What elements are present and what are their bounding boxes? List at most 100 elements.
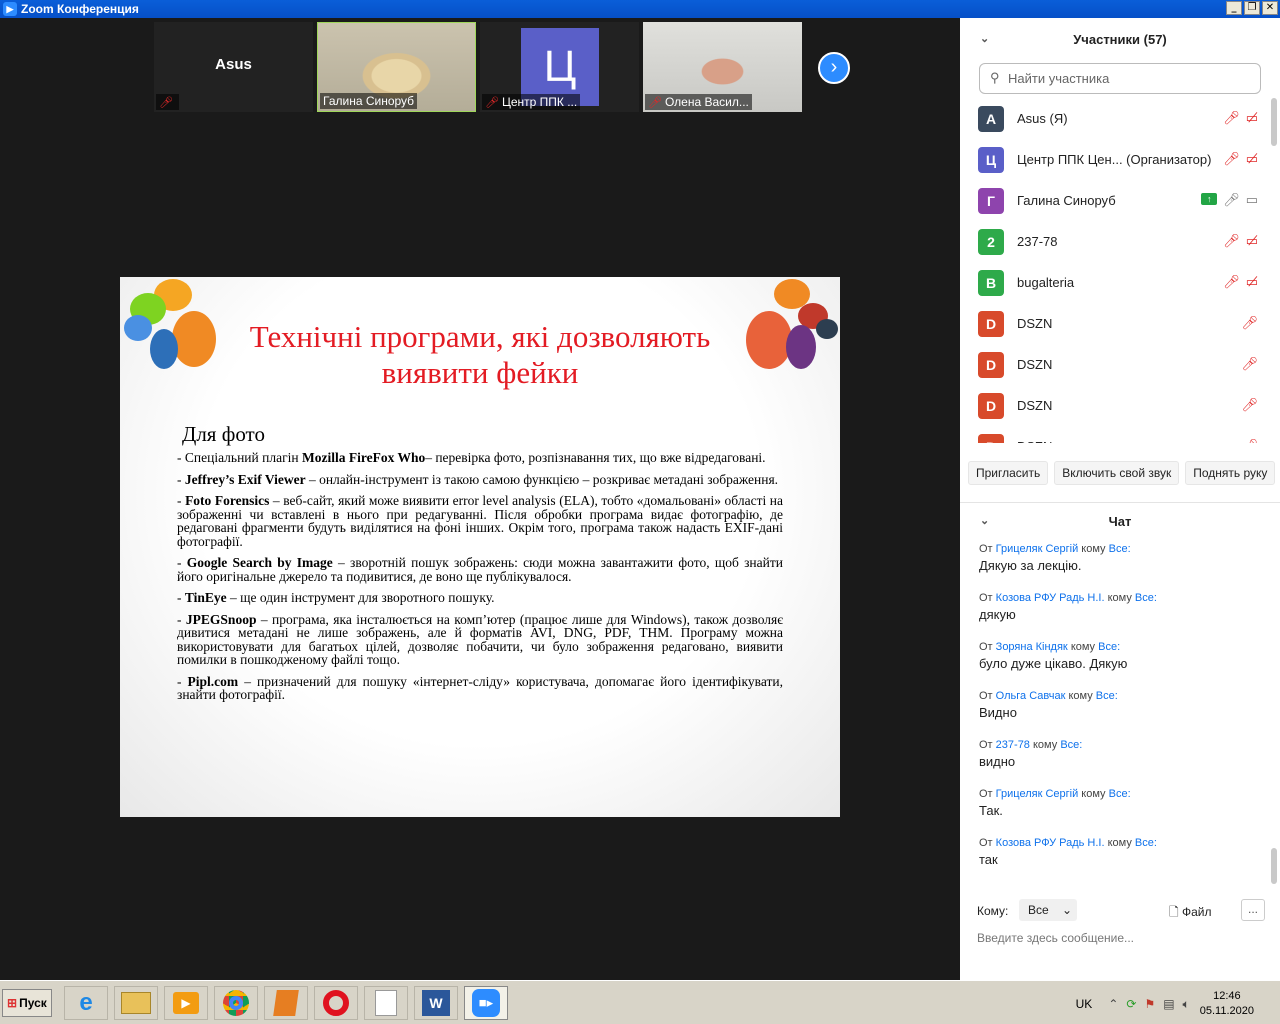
speech-heads-right-image [740, 277, 840, 377]
next-page-button[interactable]: › [818, 52, 850, 84]
chat-recipient-bar: Кому: Все ⌄ 🗋︎ Файл ... [977, 898, 1273, 924]
chat-message: От Козова РФУ Радь Н.І. кому Все: дякую [979, 592, 1269, 641]
video-thumb-asus[interactable]: Asus 🎤︎ [154, 22, 313, 112]
volume-icon[interactable]: 🔈︎ [1183, 997, 1190, 1012]
file-button[interactable]: 🗋︎ Файл [1169, 903, 1212, 924]
show-hidden-icons-icon[interactable]: ⌃ [1108, 997, 1118, 1012]
mic-off-icon: 🎤︎ [485, 97, 499, 109]
speech-heads-left-image [124, 277, 224, 377]
mic-off-icon: 🎤︎ [1223, 233, 1240, 248]
chrome-icon[interactable] [214, 986, 258, 1020]
opera-icon[interactable] [314, 986, 358, 1020]
slide-item: - JPEGSnoop – програма, яка інсталюється… [177, 611, 784, 667]
avatar: D [978, 351, 1004, 378]
recipient-name[interactable]: Все: [1135, 592, 1157, 604]
participant-row[interactable]: Г Галина Синоруб ↑ 🎤︎ ▭ [960, 180, 1268, 221]
message-text: Так. [979, 803, 1003, 818]
avatar: D [978, 392, 1004, 419]
chat-scrollbar[interactable] [1271, 848, 1277, 884]
close-button[interactable]: ✕ [1262, 1, 1278, 15]
participant-row[interactable]: D DSZN 🎤︎ [960, 426, 1268, 443]
invite-button[interactable]: Пригласить [968, 461, 1049, 485]
notepad-icon[interactable] [364, 986, 408, 1020]
language-indicator[interactable]: UK [1076, 997, 1093, 1011]
participant-name: Центр ППК Цен... (Организатор) [1017, 152, 1212, 167]
chat-message: От Грицеляк Сергій кому Все: Дякую за лек… [979, 543, 1269, 592]
chat-message-input[interactable]: Введите здесь сообщение... [977, 931, 1134, 945]
message-text: Дякую за лекцію. [979, 558, 1082, 573]
recipient-name[interactable]: Все: [1109, 788, 1131, 800]
zoom-taskbar-icon[interactable]: ■▸ [464, 986, 508, 1020]
participant-name: DSZN [1017, 316, 1053, 331]
sender-name[interactable]: Козова РФУ Радь Н.І. [996, 592, 1105, 604]
participant-search-input[interactable]: ⚲ Найти участника [979, 63, 1261, 94]
file-explorer-icon[interactable] [114, 986, 158, 1020]
participant-row[interactable]: 2 237-78 🎤︎ ▭̸ [960, 221, 1268, 262]
flag-icon[interactable]: ⚑ [1144, 997, 1155, 1012]
sender-name[interactable]: Козова РФУ Радь Н.І. [996, 837, 1105, 849]
video-off-icon: ▭̸ [1245, 151, 1258, 166]
participant-list: A Asus (Я) 🎤︎ ▭̸ Ц Центр ППК Цен... (Организа… [960, 98, 1268, 443]
sender-name[interactable]: Ольга Савчак [996, 690, 1066, 702]
recipient-select[interactable]: Все ⌄ [1019, 899, 1077, 921]
internet-explorer-icon[interactable]: e [64, 986, 108, 1020]
participant-row[interactable]: Bbugalteria 🎤︎ ▭̸ [960, 262, 1268, 303]
recipient-name[interactable]: Все: [1109, 543, 1131, 555]
recipient-name[interactable]: Все: [1135, 837, 1157, 849]
chat-message: От Зоряна Кіндяк кому Все: було дуже ціка… [979, 641, 1269, 690]
participant-row[interactable]: D DSZN 🎤︎ [960, 385, 1268, 426]
mic-off-icon: 🎤︎ [1241, 356, 1258, 371]
system-tray: UK ⌃ ⟳ ⚑ ▤ 🔈︎ 12:46 05.11.2020 [1076, 987, 1280, 1021]
avatar: B [978, 269, 1004, 296]
word-icon[interactable]: W [414, 986, 458, 1020]
video-thumb-galyna[interactable]: Галина Синоруб [317, 22, 476, 112]
message-text: Видно [979, 705, 1017, 720]
update-icon[interactable]: ⟳ [1126, 997, 1136, 1012]
shared-screen-slide: Технічні програми, які дозволяють виявит… [120, 277, 840, 817]
participant-row[interactable]: Ц Центр ППК Цен... (Организатор) 🎤︎ ▭̸ [960, 139, 1268, 180]
chat-title: Чат [1108, 514, 1132, 529]
participant-scrollbar[interactable] [1271, 98, 1277, 146]
recipient-name[interactable]: Все: [1098, 641, 1120, 653]
avatar: Г [978, 187, 1004, 214]
unmute-button[interactable]: Включить свой звук [1054, 461, 1180, 485]
participant-row[interactable]: D DSZN 🎤︎ [960, 344, 1268, 385]
recipient-name[interactable]: Все: [1060, 739, 1082, 751]
slide-title: Технічні програми, які дозволяють виявит… [249, 319, 711, 390]
participant-row[interactable]: A Asus (Я) 🎤︎ ▭̸ [960, 98, 1268, 139]
window-title: Zoom Конференция [21, 2, 139, 16]
message-text: було дуже цікаво. Дякую [979, 656, 1128, 671]
participant-row[interactable]: D DSZN 🎤︎ [960, 303, 1268, 344]
mic-off-icon: 🎤︎ [648, 97, 662, 109]
more-options-button[interactable]: ... [1241, 899, 1265, 921]
media-player-icon[interactable]: ▶ [164, 986, 208, 1020]
sender-name[interactable]: Зоряна Кіндяк [996, 641, 1068, 653]
minimize-button[interactable]: _ [1226, 1, 1242, 15]
collapse-chevron-icon[interactable]: ⌄ [980, 32, 989, 45]
thumb-label: 🎤︎ [156, 94, 179, 110]
message-sender-line: От Грицеляк Сергій кому Все: [979, 543, 1131, 555]
network-icon[interactable]: ▤ [1163, 997, 1174, 1012]
sender-name[interactable]: Грицеляк Сергій [996, 543, 1079, 555]
participant-name: bugalteria [1017, 275, 1075, 290]
video-thumb-olena[interactable]: 🎤︎ Олена Васил... [643, 22, 802, 112]
sender-name[interactable]: 237-78 [996, 739, 1030, 751]
participant-name: DSZN [1017, 398, 1053, 413]
video-off-icon: ▭̸ [1245, 233, 1258, 248]
archive-app-icon[interactable] [264, 986, 308, 1020]
chat-message: От Ольга Савчак кому Все: Видно [979, 690, 1269, 739]
clock[interactable]: 12:46 05.11.2020 [1200, 989, 1254, 1019]
panel-divider [960, 502, 1280, 503]
start-button[interactable]: ⊞ Пуск [2, 989, 52, 1017]
participant-name: Asus (Я) [1017, 111, 1068, 126]
restore-button[interactable]: ❐ [1244, 1, 1260, 15]
message-sender-line: От Козова РФУ Радь Н.І. кому Все: [979, 837, 1157, 849]
collapse-chevron-icon[interactable]: ⌄ [980, 514, 989, 527]
mic-off-icon: 🎤︎ [1241, 397, 1258, 412]
thumb-label: Галина Синоруб [320, 93, 418, 109]
slide-item: - TinEye – ще один інструмент для зворот… [177, 590, 495, 605]
video-thumb-center[interactable]: Ц 🎤︎ Центр ППК ... [480, 22, 639, 112]
raise-hand-button[interactable]: Поднять руку [1185, 461, 1276, 485]
recipient-name[interactable]: Все: [1096, 690, 1118, 702]
sender-name[interactable]: Грицеляк Сергій [996, 788, 1079, 800]
